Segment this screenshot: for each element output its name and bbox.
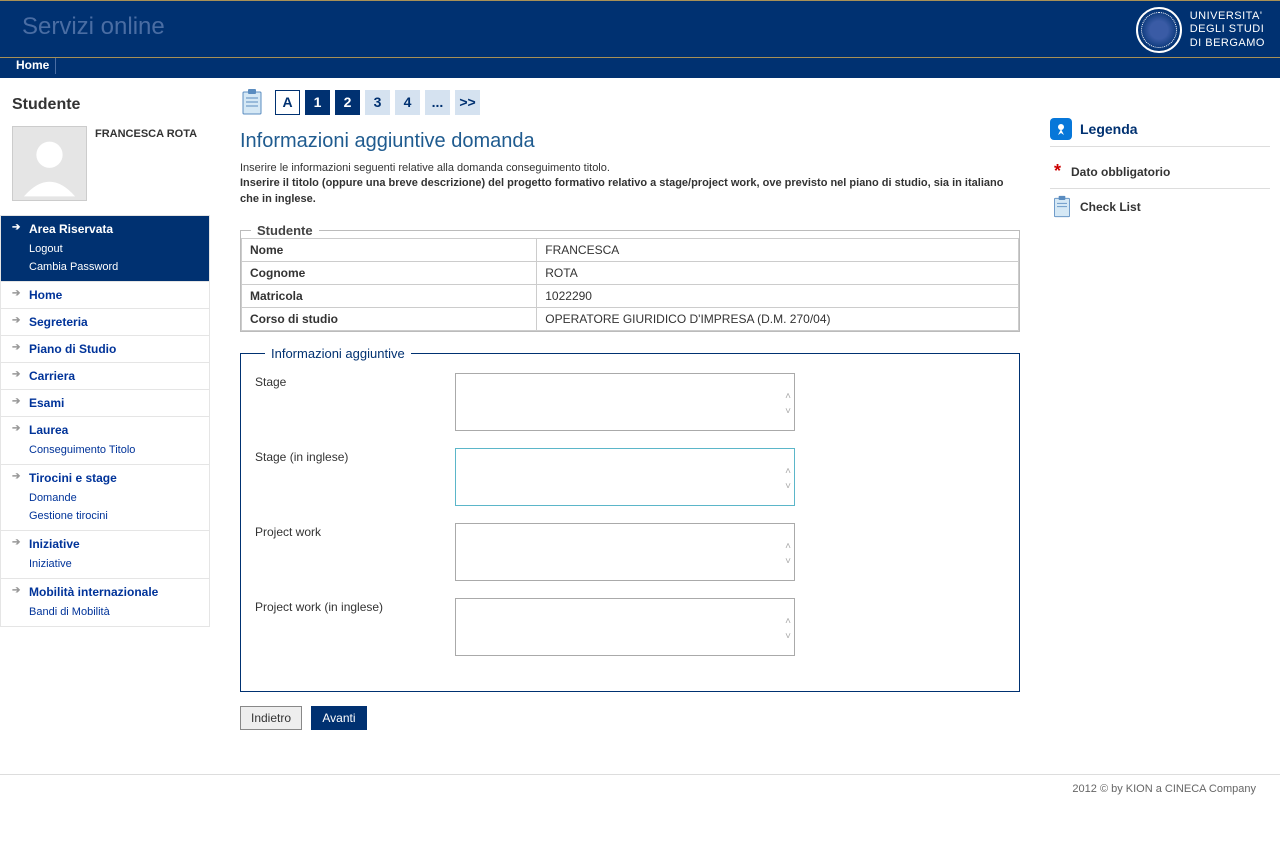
site-header: Servizi online UNIVERSITA' DEGLI STUDI D…	[0, 0, 1280, 58]
form-row-3: Project work (in inglese) ˄ ˅	[255, 598, 1005, 659]
sidebar-item-piano-di-studio[interactable]: Piano di Studio	[29, 342, 199, 356]
user-box: FRANCESCA ROTA	[0, 126, 210, 215]
sidebar-sub-bandi-di-mobilità[interactable]: Bandi di Mobilità	[29, 606, 110, 618]
sidebar-sub-cambia-password[interactable]: Cambia Password	[29, 261, 118, 273]
textarea-stage-in-inglese-[interactable]	[455, 448, 795, 506]
form-buttons: Indietro Avanti	[240, 706, 1020, 730]
scroll-up-icon: ˄	[785, 391, 791, 402]
student-fieldset: Studente NomeFRANCESCA CognomeROTA Matri…	[240, 223, 1020, 332]
field-label-3: Project work (in inglese)	[255, 598, 455, 659]
avatar-icon	[12, 126, 87, 201]
top-nav: Home	[0, 58, 1280, 78]
next-button[interactable]: Avanti	[311, 706, 366, 730]
side-menu: Area Riservata Logout Cambia Password Home S…	[0, 215, 210, 627]
field-label-1: Stage (in inglese)	[255, 448, 455, 509]
sidebar-item-esami[interactable]: Esami	[29, 396, 199, 410]
info-legend: Informazioni aggiuntive	[265, 346, 411, 361]
sidebar-section-5: Esami	[1, 390, 209, 416]
scroll-up-icon: ˄	[785, 616, 791, 627]
step-nav: A 1 2 3 4 ... >>	[240, 88, 1020, 116]
instructions: Inserire le informazioni seguenti relati…	[240, 161, 1020, 207]
info-fieldset: Informazioni aggiuntive Stage˄˅Stage (in…	[240, 346, 1020, 692]
home-link[interactable]: Home	[10, 56, 56, 74]
step-2[interactable]: 2	[335, 90, 360, 115]
sidebar-section-0: Area Riservata Logout Cambia Password	[1, 216, 209, 281]
asterisk-icon: *	[1054, 161, 1061, 182]
sidebar-sub-domande[interactable]: Domande	[29, 492, 77, 504]
sidebar-title: Studente	[0, 88, 210, 126]
right-sidebar: Legenda * Dato obbligatorio Check List	[1050, 78, 1280, 750]
step-4[interactable]: 4	[395, 90, 420, 115]
field-label-0: Stage	[255, 373, 455, 434]
sidebar-section-7: Tirocini e stage Domande Gestione tirocini	[1, 465, 209, 530]
pin-icon	[1050, 118, 1072, 140]
sidebar-item-mobilità-internazionale[interactable]: Mobilità internazionale	[29, 585, 199, 599]
student-legend: Studente	[251, 223, 319, 238]
sidebar-item-carriera[interactable]: Carriera	[29, 369, 199, 383]
sidebar: Studente FRANCESCA ROTA Area Riservata Lo…	[0, 78, 210, 750]
step-more[interactable]: ...	[425, 90, 450, 115]
sidebar-section-8: Iniziative Iniziative	[1, 531, 209, 578]
sidebar-section-6: Laurea Conseguimento Titolo	[1, 417, 209, 464]
sidebar-sub-gestione-tirocini[interactable]: Gestione tirocini	[29, 510, 108, 522]
legend-header: Legenda	[1050, 118, 1270, 147]
sidebar-item-home[interactable]: Home	[29, 288, 199, 302]
sidebar-sub-conseguimento-titolo[interactable]: Conseguimento Titolo	[29, 444, 135, 456]
footer: 2012 © by KION a CINECA Company	[0, 774, 1280, 803]
form-row-1: Stage (in inglese) ˄ ˅	[255, 448, 1005, 509]
seal-icon	[1136, 7, 1182, 53]
sidebar-item-laurea[interactable]: Laurea	[29, 423, 199, 437]
sidebar-sub-iniziative[interactable]: Iniziative	[29, 558, 72, 570]
sidebar-section-9: Mobilità internazionale Bandi di Mobilità	[1, 579, 209, 626]
sidebar-item-segreteria[interactable]: Segreteria	[29, 315, 199, 329]
university-name: UNIVERSITA' DEGLI STUDI DI BERGAMO	[1190, 10, 1265, 50]
scroll-down-icon: ˅	[785, 481, 791, 492]
step-next[interactable]: >>	[455, 90, 480, 115]
step-a[interactable]: A	[275, 90, 300, 115]
site-title: Servizi online	[0, 1, 1280, 41]
student-table: NomeFRANCESCA CognomeROTA Matricola10222…	[241, 238, 1019, 331]
sidebar-item-area-riservata[interactable]: Area Riservata	[29, 222, 199, 236]
legend-mandatory: * Dato obbligatorio	[1050, 155, 1270, 189]
legend-title: Legenda	[1080, 121, 1138, 137]
sidebar-section-3: Piano di Studio	[1, 336, 209, 362]
sidebar-section-1: Home	[1, 282, 209, 308]
scroll-down-icon: ˅	[785, 406, 791, 417]
scroll-down-icon: ˅	[785, 631, 791, 642]
step-3[interactable]: 3	[365, 90, 390, 115]
textarea-stage[interactable]	[455, 373, 795, 431]
step-1[interactable]: 1	[305, 90, 330, 115]
sidebar-item-iniziative[interactable]: Iniziative	[29, 537, 199, 551]
sidebar-section-2: Segreteria	[1, 309, 209, 335]
textarea-project-work-in-inglese-[interactable]	[455, 598, 795, 656]
back-button[interactable]: Indietro	[240, 706, 302, 730]
university-logo: UNIVERSITA' DEGLI STUDI DI BERGAMO	[1136, 7, 1265, 53]
scroll-down-icon: ˅	[785, 556, 791, 567]
scroll-up-icon: ˄	[785, 466, 791, 477]
checklist-icon	[1052, 195, 1072, 219]
main-content: A 1 2 3 4 ... >> Informazioni aggiuntive…	[210, 78, 1050, 750]
form-row-0: Stage ˄ ˅	[255, 373, 1005, 434]
textarea-project-work[interactable]	[455, 523, 795, 581]
field-label-2: Project work	[255, 523, 455, 584]
clipboard-icon	[240, 88, 264, 116]
legend-checklist: Check List	[1050, 189, 1270, 225]
user-name: FRANCESCA ROTA	[95, 128, 197, 140]
sidebar-sub-logout[interactable]: Logout	[29, 243, 63, 255]
form-row-2: Project work ˄ ˅	[255, 523, 1005, 584]
page-title: Informazioni aggiuntive domanda	[240, 130, 1020, 153]
scroll-up-icon: ˄	[785, 541, 791, 552]
sidebar-item-tirocini-e-stage[interactable]: Tirocini e stage	[29, 471, 199, 485]
sidebar-section-4: Carriera	[1, 363, 209, 389]
